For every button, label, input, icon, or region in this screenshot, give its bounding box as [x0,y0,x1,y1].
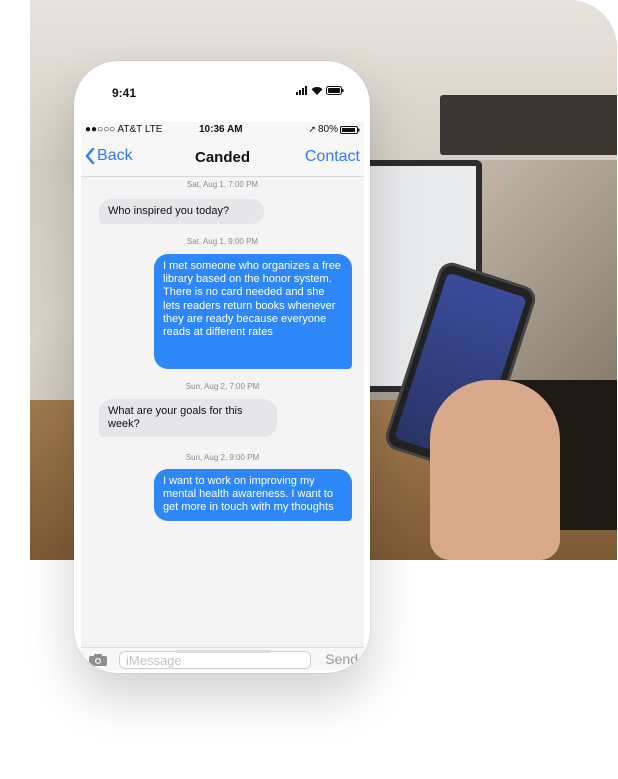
message-timestamp: Sat, Aug 1, 9:00 PM [186,237,259,246]
sent-message: I met someone who organizes a free libra… [154,254,352,369]
battery-icon [326,85,344,95]
phone-time: 9:41 [112,86,137,100]
signal-icon [296,85,307,95]
photo-hand [430,380,560,560]
nav-bar: Back Canded Contact [81,138,364,177]
send-button[interactable]: Send [325,651,358,667]
message-timestamp: Sun, Aug 2, 7:00 PM [185,382,260,391]
carrier-label: ●●○○○ AT&T LTE [85,124,163,135]
messages-screen: ●●○○○ AT&T LTE 10:36 AM ➚ 80% Back Cande… [81,122,364,670]
phone-status-icons [296,85,344,95]
inner-time: 10:36 AM [199,124,243,135]
phone-mockup: 9:41 ●●○○○ AT&T LTE 10:36 AM ➚ 80% Back … [74,61,370,673]
sent-message: I want to work on improving my mental he… [154,469,352,521]
received-message: Who inspired you today? [99,199,264,225]
location-arrow-icon: ➚ [308,124,316,134]
message-thread: Sat, Aug 1, 7:00 PM Who inspired you tod… [81,177,364,647]
inner-battery: ➚ 80% [308,124,360,135]
phone-status-bar: 9:41 [74,61,370,117]
photo-shelf [440,95,617,155]
wifi-icon [311,86,323,95]
imessage-input[interactable]: iMessage [119,651,311,669]
camera-icon[interactable] [89,653,107,666]
battery-percent: 80% [317,124,338,135]
message-timestamp: Sun, Aug 2, 9:00 PM [185,453,260,462]
home-indicator [175,650,271,653]
received-message: What are your goals for this week? [99,399,277,438]
contact-button[interactable]: Contact [305,148,360,166]
inner-battery-icon [340,125,360,134]
inner-status-bar: ●●○○○ AT&T LTE 10:36 AM ➚ 80% [81,122,364,138]
message-timestamp: Sat, Aug 1, 7:00 PM [186,180,259,189]
